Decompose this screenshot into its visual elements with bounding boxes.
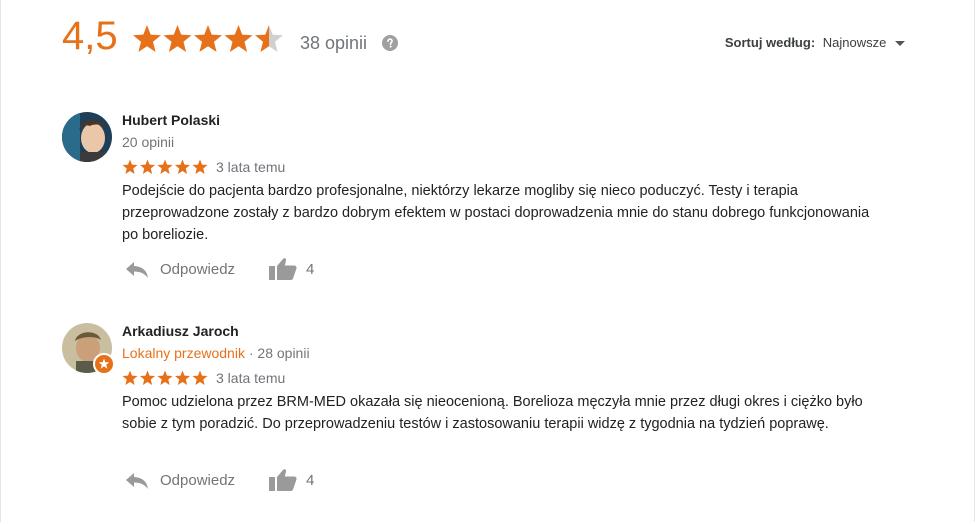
sort-value: Najnowsze xyxy=(822,35,887,50)
star-icon xyxy=(133,25,161,52)
reviewer-name[interactable]: Hubert Polaski xyxy=(122,112,220,128)
star-icon xyxy=(192,159,208,174)
star-icon xyxy=(175,370,190,385)
review-rating: 3 lata temu xyxy=(122,369,285,389)
star-icon xyxy=(194,25,222,52)
sort-label: Sortuj według: xyxy=(724,35,816,50)
star-icon xyxy=(122,159,138,174)
star-icon xyxy=(224,25,253,52)
star-rating-icon xyxy=(133,25,283,52)
star-rating-icon xyxy=(122,159,208,174)
average-stars xyxy=(132,24,287,56)
review-count-label: · 28 opinii xyxy=(244,345,310,361)
chevron-down-icon xyxy=(895,41,905,47)
review-count: 38 opinii xyxy=(300,33,368,53)
reviewer-meta: 20 opinii xyxy=(122,134,175,150)
reply-button[interactable]: Odpowiedz xyxy=(160,261,235,278)
reviewer-meta: Lokalny przewodnik · 28 opinii xyxy=(122,345,310,361)
review-date: 3 lata temu xyxy=(216,369,286,386)
star-rating-icon xyxy=(122,370,208,385)
local-guide-label: Lokalny przewodnik xyxy=(122,345,245,361)
reply-button[interactable]: Odpowiedz xyxy=(160,472,235,489)
star-icon xyxy=(163,25,192,52)
star-icon xyxy=(192,370,208,385)
reply-icon[interactable] xyxy=(124,259,150,279)
average-rating: 4,5 xyxy=(62,14,118,58)
like-count: 4 xyxy=(306,472,315,489)
reviews-header: 4,5 38 opinii Sortuj według: Najnowsze xyxy=(0,0,975,90)
star-icon xyxy=(140,159,155,174)
review-date: 3 lata temu xyxy=(216,158,286,175)
question-circle-icon[interactable] xyxy=(382,35,398,51)
star-icon xyxy=(157,159,173,174)
star-icon xyxy=(175,159,190,174)
star-icon xyxy=(157,370,173,385)
reply-icon[interactable] xyxy=(124,470,150,490)
sort-dropdown[interactable]: Sortuj według: Najnowsze xyxy=(725,35,905,50)
thumbs-up-icon[interactable] xyxy=(268,468,298,492)
reviewer-name[interactable]: Arkadiusz Jaroch xyxy=(122,323,239,339)
review-text: Podejście do pacjenta bardzo profesjonal… xyxy=(122,183,870,243)
like-count: 4 xyxy=(306,261,315,278)
star-icon xyxy=(122,370,138,385)
review-text: Pomoc udzielona przez BRM-MED okazała si… xyxy=(122,394,863,432)
thumbs-up-icon[interactable] xyxy=(268,257,298,281)
user-photo-icon xyxy=(62,112,112,162)
local-guide-badge-icon xyxy=(93,353,115,375)
star-icon xyxy=(255,25,283,52)
review-rating: 3 lata temu xyxy=(122,158,285,178)
star-icon xyxy=(140,370,155,385)
avatar[interactable] xyxy=(62,112,112,162)
